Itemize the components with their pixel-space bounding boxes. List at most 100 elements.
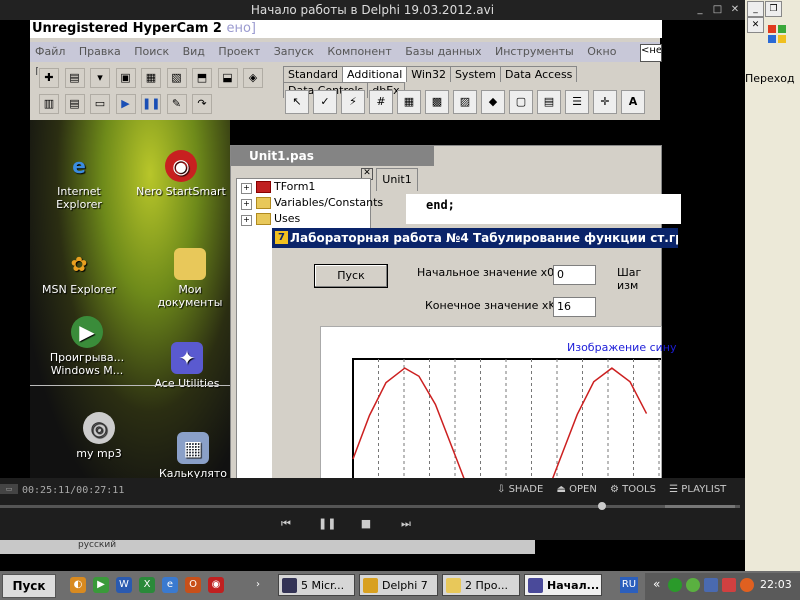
desktop-icon-media-player[interactable]: ▶ Проигрыва... Windows M... [42,316,132,377]
close-icon[interactable]: ✕ [728,3,742,17]
more-icon[interactable]: › [250,577,266,593]
drawgrid-icon[interactable]: ▩ [425,90,449,114]
pause-icon[interactable]: ❚❚ [141,94,161,114]
shade-link[interactable]: ⇩ SHADE [497,484,543,495]
app-icon[interactable]: ◉ [208,577,224,593]
media-player-icon[interactable]: ▶ [93,577,109,593]
expand-icon[interactable]: + [241,183,252,194]
desktop-icon-my-mp3[interactable]: ◎ my mp3 [54,412,144,460]
speedbutton-icon[interactable]: ⚡ [341,90,365,114]
maskedit-icon[interactable]: # [369,90,393,114]
maximize-icon[interactable]: □ [711,3,725,17]
restore-icon[interactable]: ❐ [765,1,782,17]
save-icon[interactable]: ▣ [115,68,136,88]
desktop-icon-calculator[interactable]: ▦ Калькулято [148,432,238,480]
antivirus-icon[interactable] [722,578,736,592]
x0-input[interactable]: 0 [553,265,596,285]
bitbtn-icon[interactable]: ✓ [313,90,337,114]
tray-icon-1[interactable] [668,578,682,592]
tab-standard[interactable]: Standard [283,66,344,82]
outlook-icon[interactable]: O [185,577,201,593]
menu-run[interactable]: Запуск [269,42,319,62]
close-icon[interactable]: ✕ [747,17,764,33]
task-delphi[interactable]: Delphi 7 [359,574,438,596]
tab-win32[interactable]: Win32 [406,66,451,82]
go-button[interactable]: Переход [745,68,800,90]
menu-file[interactable]: Файл [30,42,70,62]
desktop-icon-msn-explorer[interactable]: ✿ MSN Explorer [34,248,124,296]
stop-icon[interactable]: ■ [358,518,374,530]
desktop-icon-ace-utilities[interactable]: ✦ Ace Utilities [142,342,232,390]
menu-tools[interactable]: Инструменты [490,42,579,62]
remove-file-icon[interactable]: ⬓ [217,68,238,88]
tab-system[interactable]: System [449,66,501,82]
save-all-icon[interactable]: ▦ [141,68,161,88]
bevel-icon[interactable]: ▢ [509,90,533,114]
start-menu-button[interactable]: Пуск [2,574,56,598]
stringgrid-icon[interactable]: ▦ [397,90,421,114]
volume-slider[interactable] [665,505,735,508]
desktop-icon-my-documents[interactable]: Мои документы [145,248,235,309]
menu-window[interactable]: Окно [582,42,621,62]
seek-bar[interactable] [0,505,740,508]
tab-additional[interactable]: Additional [342,66,408,82]
tray-expand-icon[interactable]: « [653,577,660,591]
checklistbox-icon[interactable]: ☰ [565,90,589,114]
splitter-icon[interactable]: ✛ [593,90,617,114]
menu-database[interactable]: Базы данных [400,42,486,62]
tools-link[interactable]: ⚙ TOOLS [610,484,656,495]
minimize-icon[interactable]: _ [693,3,707,17]
minimize-icon[interactable]: _ [747,1,764,17]
task-video[interactable]: Начал... [524,574,602,596]
tray-icon-2[interactable] [686,578,700,592]
open-icon[interactable]: ▤ [64,68,85,88]
desktop-combo[interactable]: <не [640,44,662,62]
task-word[interactable]: 5 Micr... [278,574,355,596]
seek-handle[interactable] [598,502,606,510]
toggle-form-unit-icon[interactable]: ▭ [90,94,110,114]
image-icon[interactable]: ▨ [453,90,477,114]
run-icon[interactable]: ▶ [115,94,136,114]
trace-into-icon[interactable]: ✎ [166,94,187,114]
statictext-icon[interactable]: A [621,90,645,114]
internet-explorer-icon[interactable]: e [162,577,178,593]
step-over-icon[interactable]: ↷ [192,94,212,114]
menu-project[interactable]: Проект [213,42,265,62]
code-editor[interactable]: end; [406,194,681,224]
open-link[interactable]: ⏏ OPEN [556,484,596,495]
pause-icon[interactable]: ❚❚ [318,518,336,530]
tree-item-tform1[interactable]: + TForm1 [237,179,370,195]
expand-icon[interactable]: + [241,215,252,226]
dropdown-icon[interactable]: ▾ [90,68,110,88]
tray-icon-5[interactable] [740,578,754,592]
tree-item-variables[interactable]: + Variables/Constants [237,195,383,211]
network-icon[interactable] [704,578,718,592]
menu-component[interactable]: Компонент [322,42,396,62]
next-icon[interactable]: ⏭ [398,518,414,530]
open-project-icon[interactable]: ▧ [166,68,187,88]
menu-edit[interactable]: Правка [74,42,126,62]
scrollbox-icon[interactable]: ▤ [537,90,561,114]
start-button[interactable]: Пуск [314,264,388,288]
tab-data-access[interactable]: Data Access [499,66,578,82]
menu-search[interactable]: Поиск [129,42,174,62]
previous-icon[interactable]: ⏮ [278,518,294,530]
help-book-icon[interactable]: ◈ [243,68,263,88]
task-explorer[interactable]: 2 Про... [442,574,520,596]
desktop-icon-internet-explorer[interactable]: e Internet Explorer [34,150,124,211]
expand-icon[interactable]: + [241,199,252,210]
desktop-icon-nero[interactable]: ◉ Nero StartSmart [136,150,226,198]
firefox-icon[interactable]: ◐ [70,577,86,593]
word-icon[interactable]: W [116,577,132,593]
view-form-icon[interactable]: ▤ [64,94,85,114]
language-indicator[interactable]: RU [620,577,638,593]
menu-view[interactable]: Вид [178,42,210,62]
shape-icon[interactable]: ◆ [481,90,505,114]
new-icon[interactable]: ✚ [39,68,59,88]
xk-input[interactable]: 16 [553,297,596,317]
pointer-icon[interactable]: ↖ [285,90,309,114]
playlist-link[interactable]: ☰ PLAYLIST [669,484,726,495]
add-file-icon[interactable]: ⬒ [192,68,212,88]
tab-unit1[interactable]: Unit1 [376,168,418,191]
view-unit-icon[interactable]: ▥ [39,94,59,114]
